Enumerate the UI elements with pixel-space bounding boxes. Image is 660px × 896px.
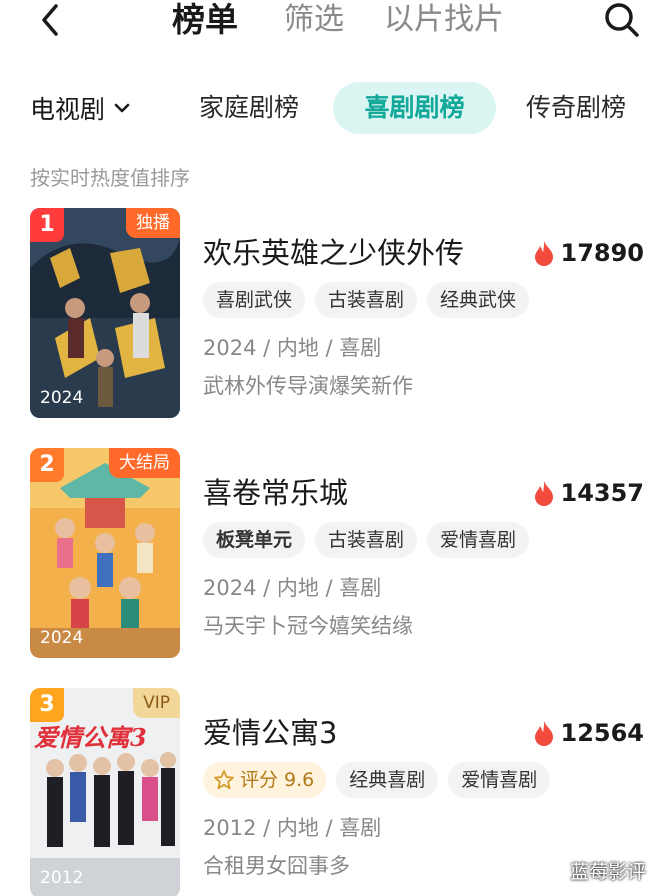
tag[interactable]: 古装喜剧 xyxy=(315,522,418,558)
category-row: 电视剧 家庭剧榜 喜剧剧榜 传奇剧榜 xyxy=(0,80,660,136)
finale-badge: 大结局 xyxy=(109,448,180,478)
poster-year: 2024 xyxy=(40,388,84,408)
tab-find-by-title[interactable]: 以片找片 xyxy=(384,0,504,40)
back-button[interactable] xyxy=(34,0,68,40)
top-bar: 榜单 筛选 以片找片 xyxy=(0,0,660,42)
tab-filter[interactable]: 筛选 xyxy=(284,0,344,40)
item-description: 马天宇卜冠今嬉笑结缘 xyxy=(203,614,413,638)
heat-score: 17890 xyxy=(533,236,645,270)
heat-score: 14357 xyxy=(533,476,645,510)
tag[interactable]: 爱情喜剧 xyxy=(448,762,551,798)
item-description: 武林外传导演爆笑新作 xyxy=(203,374,413,398)
poster-year: 2012 xyxy=(40,868,84,888)
item-meta: 2024 / 内地 / 喜剧 xyxy=(203,576,382,600)
tab-ranking[interactable]: 榜单 xyxy=(172,0,238,40)
heat-score: 12564 xyxy=(533,716,645,750)
chevron-left-icon xyxy=(42,4,58,36)
item-meta: 2024 / 内地 / 喜剧 xyxy=(203,336,382,360)
tag[interactable]: 爱情喜剧 xyxy=(427,522,530,558)
heat-value: 12564 xyxy=(560,719,645,747)
category-dropdown-label: 电视剧 xyxy=(30,95,106,124)
flame-icon xyxy=(534,721,553,746)
rank-badge: 1 xyxy=(30,208,64,242)
list-item[interactable]: 2 大结局 2024 喜卷常乐城 14357 板凳单元 古装喜剧 爱情喜剧 20… xyxy=(0,448,660,660)
item-meta: 2012 / 内地 / 喜剧 xyxy=(203,816,382,840)
tab-legend-drama[interactable]: 传奇剧榜 xyxy=(526,88,626,128)
tag-list: 评分 9.6 经典喜剧 爱情喜剧 xyxy=(203,762,560,798)
heat-value: 17890 xyxy=(560,239,645,267)
poster-logo: 爱情公寓3 xyxy=(34,723,147,752)
chevron-down-icon xyxy=(114,103,130,113)
star-icon xyxy=(214,770,234,790)
tab-family-drama[interactable]: 家庭剧榜 xyxy=(199,88,299,128)
list-item[interactable]: 爱情公寓3 3 VIP 2012 爱情公寓3 12564 评分 9.6 经典喜剧… xyxy=(0,688,660,896)
exclusive-badge: 独播 xyxy=(126,208,180,238)
tag[interactable]: 古装喜剧 xyxy=(315,282,418,318)
tab-comedy-drama[interactable]: 喜剧剧榜 xyxy=(333,82,496,134)
item-title[interactable]: 欢乐英雄之少侠外传 xyxy=(203,230,464,272)
item-title[interactable]: 爱情公寓3 xyxy=(203,710,337,752)
tag[interactable]: 喜剧武侠 xyxy=(203,282,306,318)
poster[interactable]: 爱情公寓3 3 VIP 2012 xyxy=(30,688,180,896)
tag-list: 板凳单元 古装喜剧 爱情喜剧 xyxy=(203,522,539,558)
category-dropdown[interactable]: 电视剧 xyxy=(30,88,133,128)
poster[interactable]: 2 大结局 2024 xyxy=(30,448,180,658)
tag[interactable]: 经典武侠 xyxy=(427,282,530,318)
search-button[interactable] xyxy=(602,0,642,40)
watermark: 蓝莓影评 xyxy=(569,861,646,883)
heat-value: 14357 xyxy=(560,479,645,507)
flame-icon xyxy=(534,241,553,266)
vip-badge: VIP xyxy=(133,688,180,718)
sort-hint: 按实时热度值排序 xyxy=(30,166,190,190)
search-icon xyxy=(605,3,639,37)
tag-list: 喜剧武侠 古装喜剧 经典武侠 xyxy=(203,282,539,318)
list-item[interactable]: 1 独播 2024 欢乐英雄之少侠外传 17890 喜剧武侠 古装喜剧 经典武侠… xyxy=(0,208,660,420)
poster[interactable]: 1 独播 2024 xyxy=(30,208,180,418)
item-description: 合租男女囧事多 xyxy=(203,854,350,878)
flame-icon xyxy=(534,481,553,506)
rating-label: 评分 xyxy=(240,769,279,791)
item-title[interactable]: 喜卷常乐城 xyxy=(203,470,348,512)
poster-year: 2024 xyxy=(40,628,84,648)
rating-value: 9.6 xyxy=(284,769,315,791)
tag[interactable]: 板凳单元 xyxy=(203,522,306,558)
rank-badge: 3 xyxy=(30,688,64,722)
tag[interactable]: 经典喜剧 xyxy=(336,762,439,798)
rank-badge: 2 xyxy=(30,448,64,482)
rating-tag[interactable]: 评分 9.6 xyxy=(203,762,327,798)
